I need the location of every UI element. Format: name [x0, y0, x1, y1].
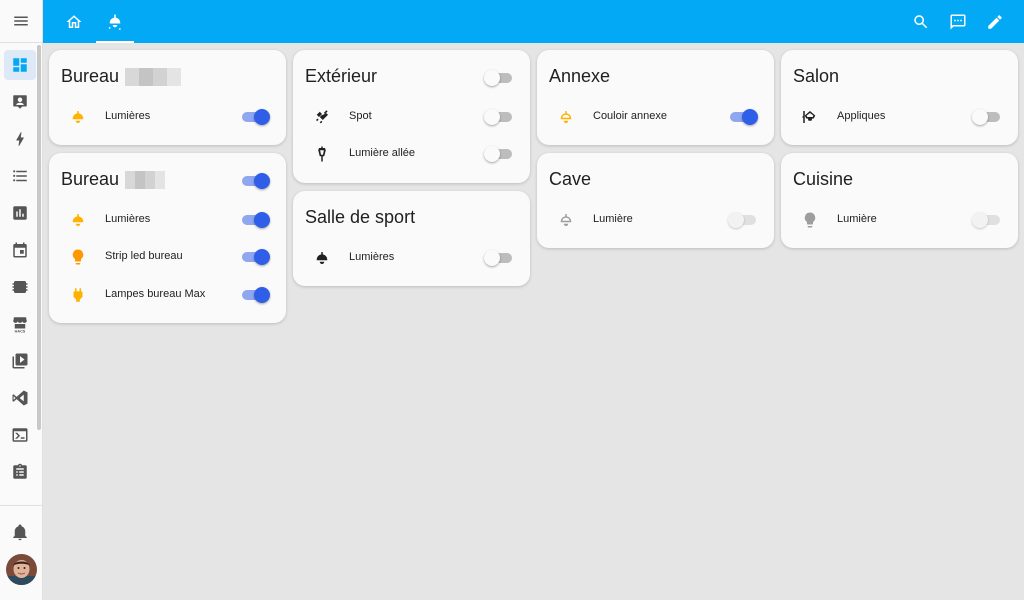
toggle-switch[interactable]	[484, 249, 514, 267]
code-editor-icon	[12, 390, 28, 406]
card-exterieur: Extérieur Spot Lumière allée	[293, 50, 530, 183]
sidebar-item-todo[interactable]	[4, 457, 36, 487]
redacted-name	[125, 67, 182, 86]
play-box-icon	[12, 353, 28, 369]
card-title: Salle de sport	[305, 207, 416, 227]
clipboard-list-icon	[13, 463, 27, 479]
entity-row[interactable]: Appliques	[781, 102, 1018, 132]
entity-row[interactable]: Strip led bureau	[49, 242, 286, 272]
entity-row[interactable]: Lumière	[781, 205, 1018, 235]
toggle-switch[interactable]	[728, 108, 758, 126]
avatar[interactable]	[6, 554, 37, 585]
entity-row[interactable]: Lumières	[49, 102, 286, 132]
sidebar-item-history[interactable]	[4, 198, 36, 228]
entity-row[interactable]: Lumière	[537, 205, 774, 235]
entity-row[interactable]: Lampes bureau Max	[49, 280, 286, 310]
toggle-switch[interactable]	[240, 286, 270, 304]
sidebar-item-map[interactable]	[4, 87, 36, 117]
entity-row[interactable]: Spot	[293, 102, 530, 132]
redacted-name	[125, 170, 166, 189]
lightbulb-icon	[72, 249, 84, 265]
ceiling-light-icon	[72, 214, 84, 226]
assist-button[interactable]	[943, 7, 973, 37]
sidebar-item-overview[interactable]	[4, 50, 36, 80]
calendar-icon	[13, 242, 27, 258]
toggle-switch[interactable]	[484, 145, 514, 163]
toggle-switch[interactable]	[240, 108, 270, 126]
card-header-toggle[interactable]	[240, 172, 270, 190]
sidebar: HACS	[0, 0, 43, 600]
svg-text:HACS: HACS	[15, 330, 26, 333]
ceiling-light-icon	[108, 14, 121, 30]
entity-row[interactable]: Lumière allée	[293, 139, 530, 169]
sidebar-item-esphome[interactable]	[4, 272, 36, 302]
card-bureau-2: Bureau Lumières Strip led bureau Lampes …	[49, 153, 286, 323]
sidebar-item-terminal[interactable]	[4, 420, 36, 450]
console-icon	[12, 428, 28, 442]
top-app-bar	[43, 0, 1024, 43]
sidebar-item-logbook[interactable]	[4, 161, 36, 191]
format-list-icon	[13, 170, 27, 182]
entity-row[interactable]: Lumières	[293, 243, 530, 273]
toggle-switch[interactable]	[240, 211, 270, 229]
sidebar-scrollbar[interactable]	[37, 45, 41, 430]
chart-box-icon	[13, 206, 27, 220]
ceiling-light-outline-icon	[560, 111, 572, 123]
toggle-switch[interactable]	[484, 108, 514, 126]
card-header-toggle[interactable]	[484, 69, 514, 87]
ceiling-light-outline-icon	[560, 214, 572, 226]
lightning-bolt-icon	[16, 132, 24, 146]
pencil-icon	[988, 15, 1002, 29]
hacs-store-icon: HACS	[13, 317, 27, 333]
card-title: Extérieur	[305, 66, 378, 86]
entity-row[interactable]: Lumières	[49, 205, 286, 235]
wall-sconce-icon	[802, 111, 816, 123]
outdoor-lamp-icon	[318, 146, 326, 162]
sidebar-item-calendar[interactable]	[4, 235, 36, 265]
home-icon	[66, 14, 82, 28]
sidebar-item-media[interactable]	[4, 346, 36, 376]
sidebar-item-vscode[interactable]	[4, 383, 36, 413]
dashboard-icon	[13, 58, 27, 72]
toggle-switch[interactable]	[240, 248, 270, 266]
lightbulb-icon	[804, 212, 816, 228]
search-button[interactable]	[906, 7, 936, 37]
edit-dashboard-button[interactable]	[980, 7, 1010, 37]
card-title: Bureau	[61, 66, 182, 87]
tab-home[interactable]	[55, 0, 93, 43]
toggle-switch-disabled	[972, 211, 1002, 229]
tab-lights[interactable]	[96, 0, 134, 43]
power-plug-icon	[73, 288, 83, 302]
card-title: Bureau	[61, 169, 166, 190]
ceiling-light-icon	[316, 252, 328, 264]
menu-button[interactable]	[0, 0, 42, 43]
bell-icon	[13, 524, 27, 541]
card-bureau-1: Bureau Lumières	[49, 50, 286, 145]
assist-icon	[950, 14, 966, 30]
sidebar-item-hacs[interactable]: HACS	[4, 309, 36, 339]
card-title: Salon	[793, 66, 840, 86]
toggle-switch-disabled	[728, 211, 758, 229]
notifications-button[interactable]	[4, 517, 36, 547]
account-box-icon	[13, 95, 27, 109]
user-avatar-icon	[6, 554, 37, 585]
card-title: Cave	[549, 169, 592, 189]
search-icon	[914, 15, 928, 29]
menu-icon	[14, 16, 28, 26]
chip-icon	[12, 281, 28, 293]
card-annexe: Annexe Couloir annexe	[537, 50, 774, 145]
card-salon: Salon Appliques	[781, 50, 1018, 145]
card-salle-de-sport: Salle de sport Lumières	[293, 191, 530, 286]
sidebar-divider	[0, 505, 42, 506]
card-cuisine: Cuisine Lumière	[781, 153, 1018, 248]
card-cave: Cave Lumière	[537, 153, 774, 248]
ceiling-light-icon	[72, 111, 84, 123]
entity-row[interactable]: Couloir annexe	[537, 102, 774, 132]
card-title: Annexe	[549, 66, 611, 86]
sidebar-item-energy[interactable]	[4, 124, 36, 154]
spotlight-beam-icon	[316, 110, 328, 124]
card-title: Cuisine	[793, 169, 854, 189]
toggle-switch[interactable]	[972, 108, 1002, 126]
